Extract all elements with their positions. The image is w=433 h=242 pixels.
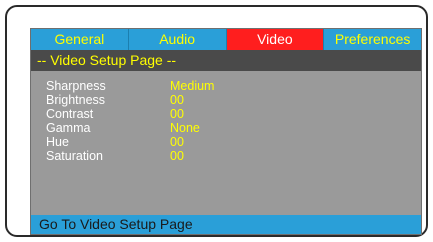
tab-bar: General Audio Video Preferences bbox=[31, 29, 421, 50]
setting-value: 00 bbox=[170, 149, 184, 163]
setting-row-sharpness[interactable]: Sharpness Medium bbox=[46, 79, 386, 93]
setting-label: Sharpness bbox=[46, 79, 106, 93]
tab-audio[interactable]: Audio bbox=[129, 29, 227, 50]
setting-row-saturation[interactable]: Saturation 00 bbox=[46, 149, 386, 163]
setting-label: Gamma bbox=[46, 121, 91, 135]
setting-value: 00 bbox=[170, 107, 184, 121]
tab-general[interactable]: General bbox=[31, 29, 129, 50]
setting-value: 00 bbox=[170, 135, 184, 149]
setting-label: Brightness bbox=[46, 93, 106, 107]
osd-menu-panel: General Audio Video Preferences -- Video… bbox=[30, 28, 422, 235]
tab-video[interactable]: Video bbox=[226, 29, 325, 50]
setting-label: Contrast bbox=[46, 107, 94, 121]
page-title: -- Video Setup Page -- bbox=[31, 50, 421, 71]
settings-list: Sharpness Medium Brightness 00 Contrast … bbox=[46, 79, 386, 163]
setting-value: None bbox=[170, 121, 200, 135]
setting-row-hue[interactable]: Hue 00 bbox=[46, 135, 386, 149]
setting-label: Hue bbox=[46, 135, 69, 149]
osd-frame: General Audio Video Preferences -- Video… bbox=[5, 5, 428, 237]
setting-label: Saturation bbox=[46, 149, 103, 163]
setting-value: Medium bbox=[170, 79, 215, 93]
setting-row-brightness[interactable]: Brightness 00 bbox=[46, 93, 386, 107]
setting-row-gamma[interactable]: Gamma None bbox=[46, 121, 386, 135]
setting-row-contrast[interactable]: Contrast 00 bbox=[46, 107, 386, 121]
tab-preferences[interactable]: Preferences bbox=[324, 29, 421, 50]
setting-value: 00 bbox=[170, 93, 184, 107]
status-bar: Go To Video Setup Page bbox=[31, 215, 421, 234]
